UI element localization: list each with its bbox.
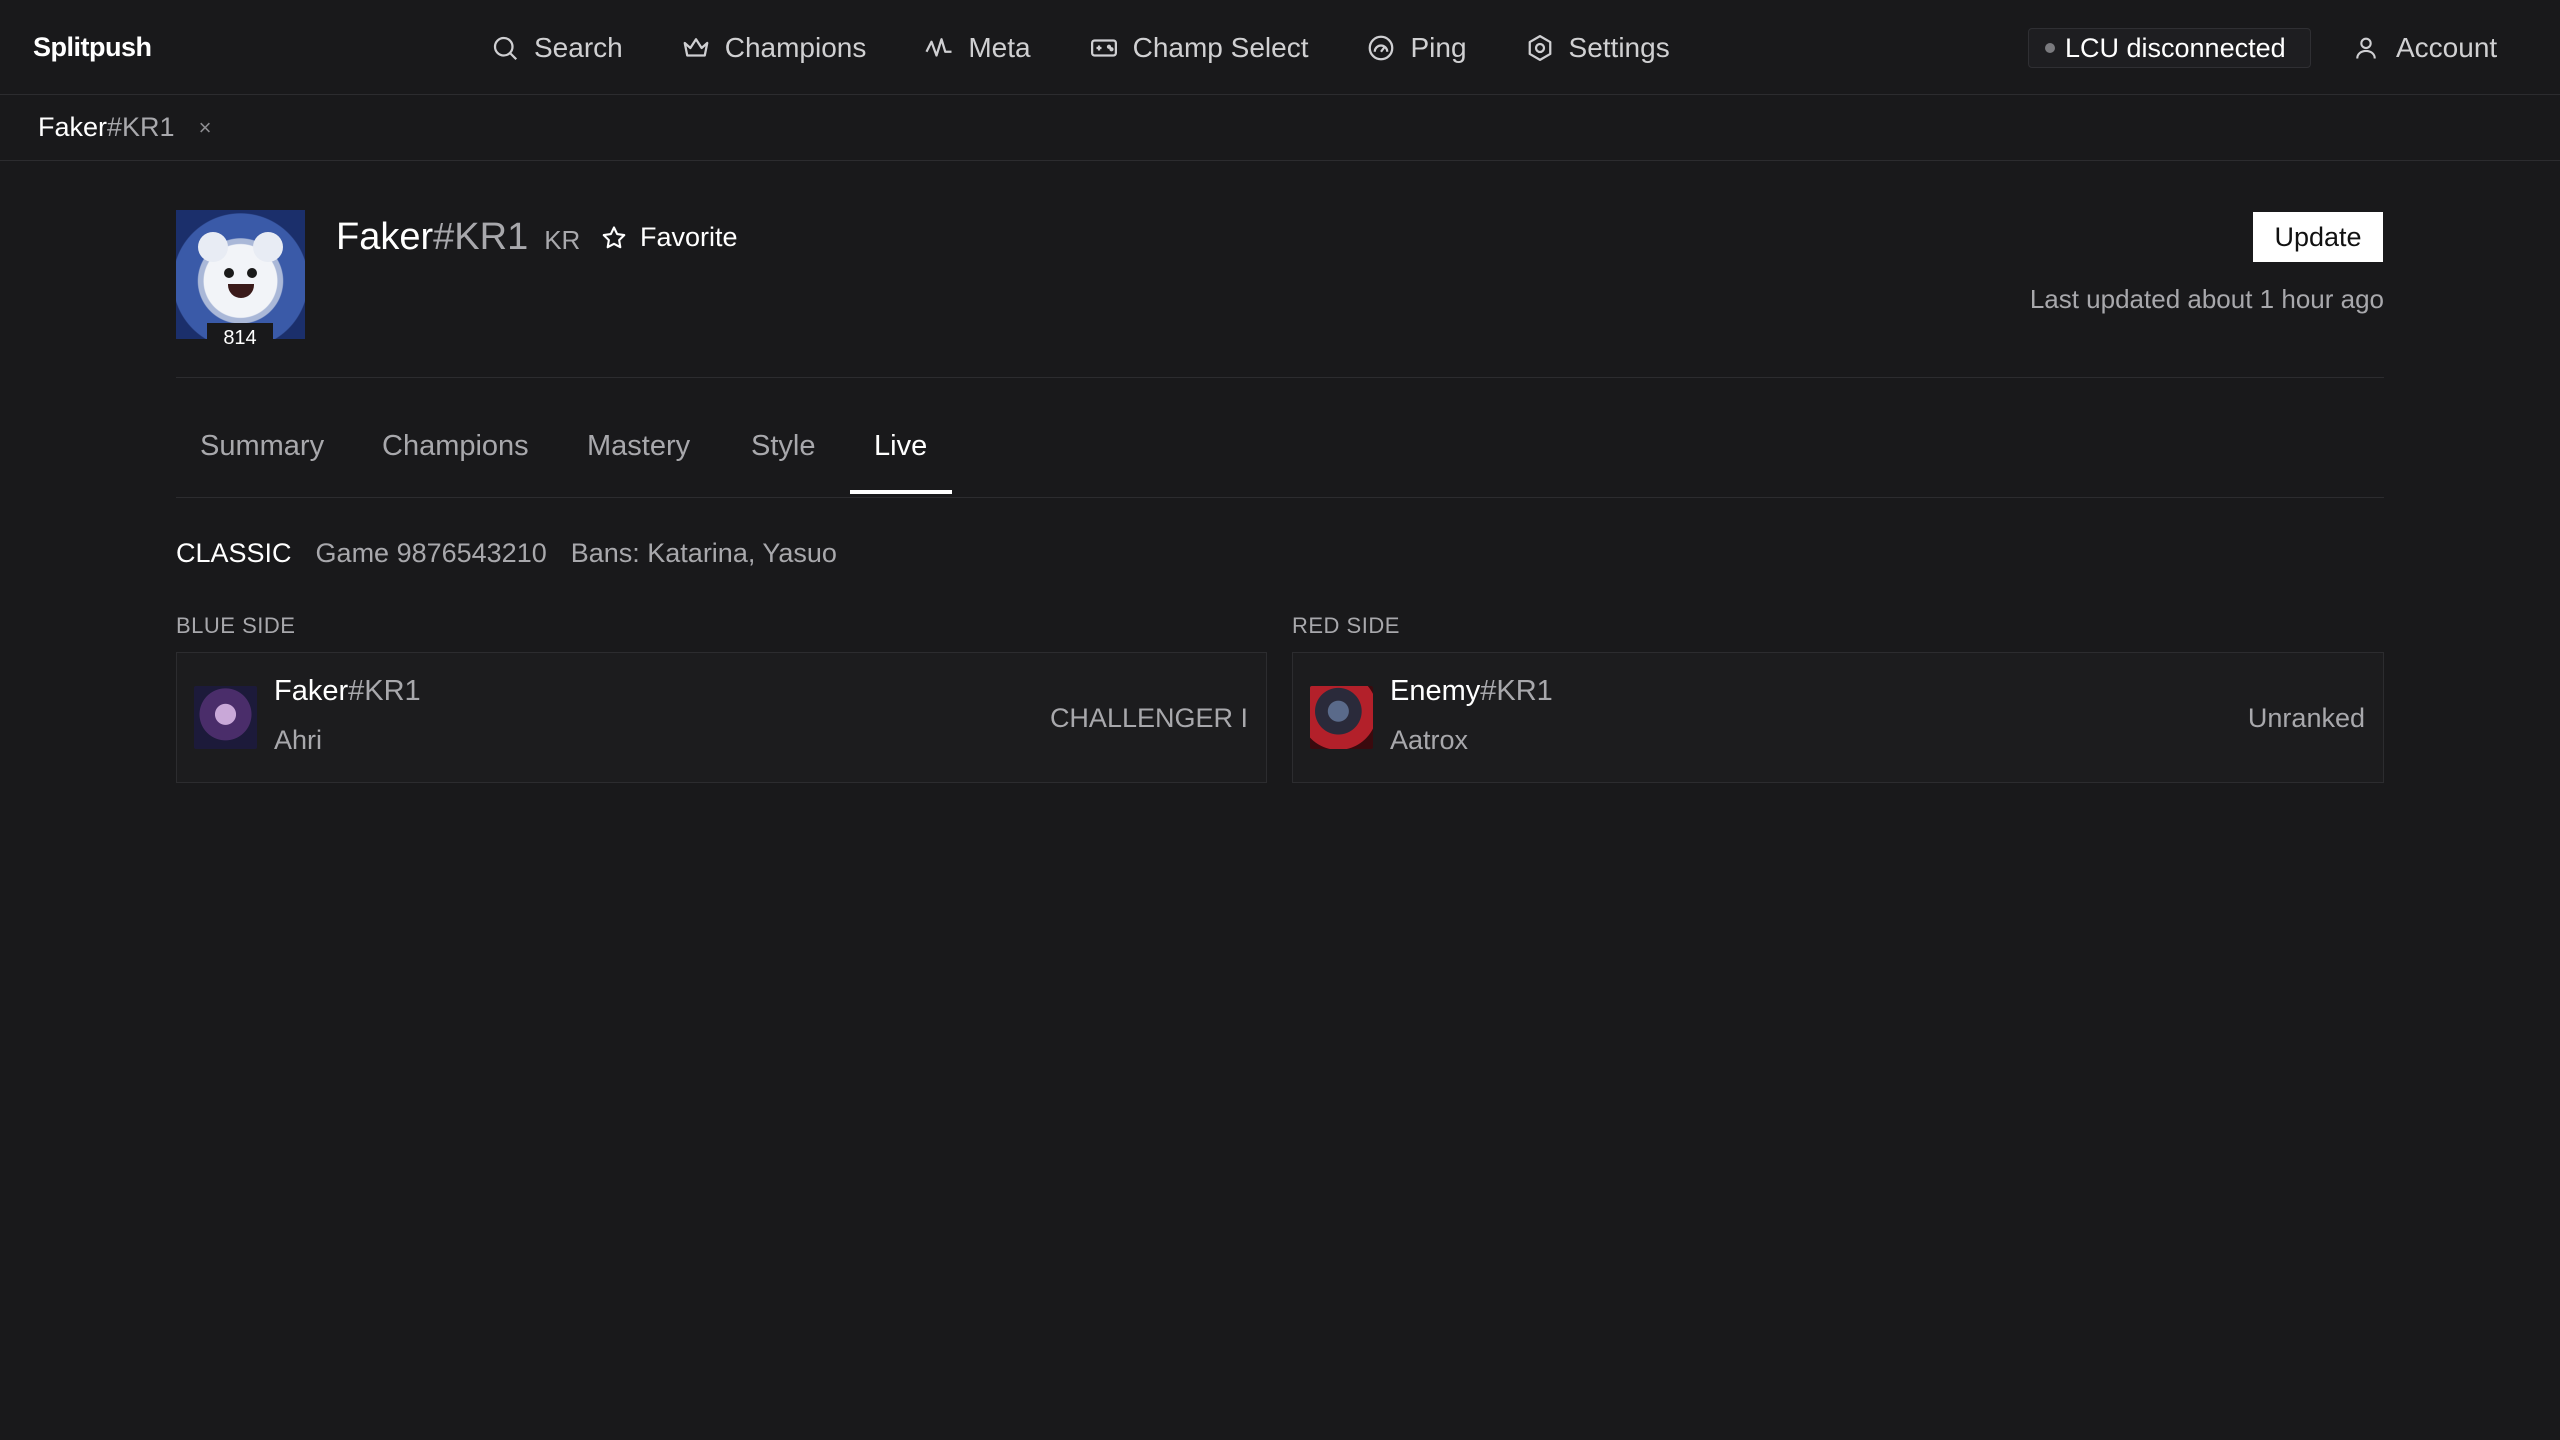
nav-champ-select-label: Champ Select xyxy=(1132,31,1309,63)
activity-icon xyxy=(925,37,952,57)
nav-search[interactable]: Search xyxy=(490,32,623,64)
update-button[interactable]: Update xyxy=(2253,212,2383,262)
nav-ping[interactable]: Ping xyxy=(1366,31,1467,64)
nav-ping-label: Ping xyxy=(1410,31,1467,63)
ahri-champion-icon xyxy=(194,686,257,749)
player-name: Enemy#KR1 xyxy=(1390,675,1553,708)
player-tag: #KR1 xyxy=(348,675,421,707)
favorite-button[interactable]: Favorite xyxy=(600,222,738,253)
active-tab-indicator xyxy=(850,490,952,494)
player-champion: Aatrox xyxy=(1390,725,1469,755)
nav-settings-label: Settings xyxy=(1568,31,1670,63)
gauge-icon xyxy=(1369,35,1394,60)
open-tab-tag: #KR1 xyxy=(107,112,175,142)
red-side-label: RED SIDE xyxy=(1292,613,1400,638)
player-tag: #KR1 xyxy=(1480,675,1553,707)
live-game-info: CLASSIC Game 9876543210 Bans: Katarina, … xyxy=(176,538,837,569)
status-dot-icon xyxy=(2045,43,2055,53)
open-profile-tab[interactable]: Faker #KR1 × xyxy=(38,112,211,143)
crown-icon xyxy=(683,37,709,57)
player-game-name: Faker xyxy=(274,675,349,707)
open-tab-name: Faker xyxy=(38,112,108,142)
player-name: Faker#KR1 xyxy=(274,675,421,708)
tab-live[interactable]: Live xyxy=(874,430,927,463)
profile-subtabs: Summary Champions Mastery Style Live xyxy=(176,378,2384,498)
blue-side-label: BLUE SIDE xyxy=(176,613,296,638)
tab-style[interactable]: Style xyxy=(751,430,815,463)
tab-summary[interactable]: Summary xyxy=(200,430,324,463)
top-bar: Splitpush Search Champions Meta Champ Se… xyxy=(0,0,2560,95)
player-card-red[interactable]: Enemy#KR1 Aatrox Unranked xyxy=(1292,652,2384,783)
gamepad-icon xyxy=(1090,38,1117,57)
nav-meta[interactable]: Meta xyxy=(924,31,1031,64)
player-rank: CHALLENGER I xyxy=(1049,703,1248,733)
tab-mastery[interactable]: Mastery xyxy=(587,430,690,463)
game-bans: Bans: Katarina, Yasuo xyxy=(570,538,837,568)
game-mode: CLASSIC xyxy=(176,538,292,568)
nav-search-label: Search xyxy=(534,31,623,63)
star-icon xyxy=(602,225,626,248)
lcu-status-badge: LCU disconnected xyxy=(2028,28,2311,68)
favorite-label: Favorite xyxy=(640,222,738,252)
player-champion: Ahri xyxy=(274,725,323,755)
player-card-blue[interactable]: Faker#KR1 Ahri CHALLENGER I xyxy=(176,652,1267,783)
tab-champions[interactable]: Champions xyxy=(382,430,529,463)
region-label: KR xyxy=(544,225,581,255)
nav-champions[interactable]: Champions xyxy=(681,31,867,64)
user-icon xyxy=(2356,37,2376,59)
app-logo[interactable]: Splitpush xyxy=(33,32,152,63)
close-icon[interactable]: × xyxy=(199,115,212,141)
profile-tabstrip: Faker #KR1 × xyxy=(0,95,2560,161)
nav-champions-label: Champions xyxy=(724,31,867,63)
game-id: Game 9876543210 xyxy=(315,538,547,568)
aatrox-champion-icon xyxy=(1310,686,1373,749)
last-updated-text: Last updated about 1 hour ago xyxy=(2029,284,2384,314)
main-nav: Search Champions Meta Champ Select Ping … xyxy=(490,0,1728,95)
nav-settings[interactable]: Settings xyxy=(1525,32,1670,64)
player-game-name: Enemy xyxy=(1390,675,1481,707)
account-button[interactable]: Account xyxy=(2352,0,2497,95)
gear-icon xyxy=(1528,34,1551,61)
player-rank: Unranked xyxy=(2247,703,2365,733)
avatar xyxy=(176,210,305,339)
nav-meta-label: Meta xyxy=(968,31,1031,63)
summoner-tag: #KR1 xyxy=(433,216,529,258)
profile-header: 814 Faker #KR1 KR Favorite Update Last up… xyxy=(176,210,2384,378)
lcu-status-text: LCU disconnected xyxy=(2065,32,2286,63)
account-label: Account xyxy=(2396,31,2498,63)
summoner-game-name: Faker xyxy=(336,216,434,258)
summoner-name: Faker #KR1 KR xyxy=(336,216,580,259)
nav-champ-select[interactable]: Champ Select xyxy=(1089,31,1309,64)
summoner-level-badge: 814 xyxy=(207,323,273,353)
search-icon xyxy=(493,36,518,60)
